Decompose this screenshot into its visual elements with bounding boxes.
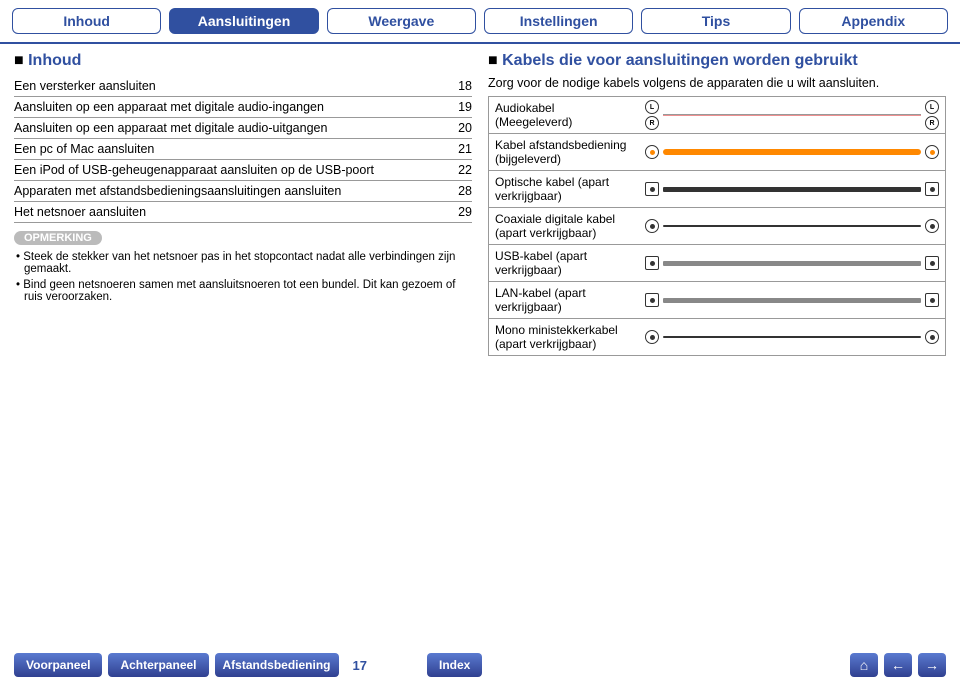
toc-page: 19 xyxy=(448,100,472,114)
page-number: 17 xyxy=(345,658,375,673)
tab-tips[interactable]: Tips xyxy=(641,8,790,34)
cable-plug xyxy=(925,330,939,344)
cable-name: Optische kabel (apart verkrijgbaar) xyxy=(489,171,639,207)
cable-plug xyxy=(645,330,659,344)
cable-row: Audiokabel (Meegeleverd)LRLR xyxy=(489,97,945,134)
cable-plug xyxy=(925,293,939,307)
cable-graphic xyxy=(639,217,945,235)
cable-graphic xyxy=(639,254,945,272)
toc-row[interactable]: Een pc of Mac aansluiten21 xyxy=(14,139,472,160)
note-item: Bind geen netsnoeren samen met aansluits… xyxy=(14,277,472,305)
cable-row: Kabel afstandsbediening (bijgeleverd) xyxy=(489,134,945,171)
toc-page: 18 xyxy=(448,79,472,93)
btn-voorpaneel[interactable]: Voorpaneel xyxy=(14,653,102,677)
cable-plug xyxy=(645,182,659,196)
toc-page: 22 xyxy=(448,163,472,177)
cable-name: Mono ministekkerkabel (apart verkrijgbaa… xyxy=(489,319,639,355)
toc-label: Aansluiten op een apparaat met digitale … xyxy=(14,100,448,114)
cable-name: LAN-kabel (apart verkrijgbaar) xyxy=(489,282,639,318)
cable-row: Optische kabel (apart verkrijgbaar) xyxy=(489,171,945,208)
toc-page: 20 xyxy=(448,121,472,135)
cable-plug xyxy=(645,219,659,233)
cable-graphic xyxy=(639,143,945,161)
content: Inhoud Een versterker aansluiten18Aanslu… xyxy=(0,44,960,364)
tab-inhoud[interactable]: Inhoud xyxy=(12,8,161,34)
left-title: Inhoud xyxy=(14,52,472,70)
tab-weergave[interactable]: Weergave xyxy=(327,8,476,34)
next-icon[interactable]: → xyxy=(918,653,946,677)
cable-row: LAN-kabel (apart verkrijgbaar) xyxy=(489,282,945,319)
toc-row[interactable]: Apparaten met afstandsbedieningsaansluit… xyxy=(14,181,472,202)
home-icon[interactable]: ⌂ xyxy=(850,653,878,677)
top-tabs: Inhoud Aansluitingen Weergave Instellingen T… xyxy=(0,0,960,44)
cable-name: USB-kabel (apart verkrijgbaar) xyxy=(489,245,639,281)
left-column: Inhoud Een versterker aansluiten18Aanslu… xyxy=(14,52,472,356)
toc-row[interactable]: Een iPod of USB-geheugenapparaat aanslui… xyxy=(14,160,472,181)
toc-page: 29 xyxy=(448,205,472,219)
toc-label: Een versterker aansluiten xyxy=(14,79,448,93)
toc-list: Een versterker aansluiten18Aansluiten op… xyxy=(14,76,472,223)
cable-name: Audiokabel (Meegeleverd) xyxy=(489,97,639,133)
note-item: Steek de stekker van het netsnoer pas in… xyxy=(14,249,472,277)
note-badge: OPMERKING xyxy=(14,231,102,245)
btn-afstandsbediening[interactable]: Afstandsbediening xyxy=(215,653,339,677)
tab-instellingen[interactable]: Instellingen xyxy=(484,8,633,34)
cable-row: USB-kabel (apart verkrijgbaar) xyxy=(489,245,945,282)
bottom-nav: Voorpaneel Achterpaneel Afstandsbedienin… xyxy=(0,653,960,677)
cable-graphic xyxy=(639,291,945,309)
toc-page: 28 xyxy=(448,184,472,198)
cable-plug xyxy=(925,145,939,159)
notes: Steek de stekker van het netsnoer pas in… xyxy=(14,249,472,305)
right-title: Kabels die voor aansluitingen worden geb… xyxy=(488,52,946,70)
cable-plug: LR xyxy=(645,100,659,130)
toc-label: Aansluiten op een apparaat met digitale … xyxy=(14,121,448,135)
toc-label: Het netsnoer aansluiten xyxy=(14,205,448,219)
cable-plug xyxy=(925,182,939,196)
toc-label: Een iPod of USB-geheugenapparaat aanslui… xyxy=(14,163,448,177)
toc-row[interactable]: Het netsnoer aansluiten29 xyxy=(14,202,472,223)
cable-name: Kabel afstandsbediening (bijgeleverd) xyxy=(489,134,639,170)
cable-table: Audiokabel (Meegeleverd)LRLRKabel afstan… xyxy=(488,96,946,356)
cable-graphic xyxy=(639,328,945,346)
toc-row[interactable]: Een versterker aansluiten18 xyxy=(14,76,472,97)
right-column: Kabels die voor aansluitingen worden geb… xyxy=(488,52,946,356)
btn-achterpaneel[interactable]: Achterpaneel xyxy=(108,653,208,677)
prev-icon[interactable]: ← xyxy=(884,653,912,677)
btn-index[interactable]: Index xyxy=(427,653,482,677)
right-intro: Zorg voor de nodige kabels volgens de ap… xyxy=(488,76,946,90)
cable-plug xyxy=(645,145,659,159)
toc-page: 21 xyxy=(448,142,472,156)
cable-row: Coaxiale digitale kabel (apart verkrijgb… xyxy=(489,208,945,245)
cable-plug: LR xyxy=(925,100,939,130)
cable-plug xyxy=(645,293,659,307)
cable-plug xyxy=(925,219,939,233)
cable-row: Mono ministekkerkabel (apart verkrijgbaa… xyxy=(489,319,945,355)
toc-row[interactable]: Aansluiten op een apparaat met digitale … xyxy=(14,118,472,139)
toc-label: Een pc of Mac aansluiten xyxy=(14,142,448,156)
tab-appendix[interactable]: Appendix xyxy=(799,8,948,34)
cable-graphic xyxy=(639,180,945,198)
cable-graphic: LR LR xyxy=(639,98,945,132)
toc-label: Apparaten met afstandsbedieningsaansluit… xyxy=(14,184,448,198)
toc-row[interactable]: Aansluiten op een apparaat met digitale … xyxy=(14,97,472,118)
cable-plug xyxy=(645,256,659,270)
cable-name: Coaxiale digitale kabel (apart verkrijgb… xyxy=(489,208,639,244)
tab-aansluitingen[interactable]: Aansluitingen xyxy=(169,8,318,34)
cable-plug xyxy=(925,256,939,270)
